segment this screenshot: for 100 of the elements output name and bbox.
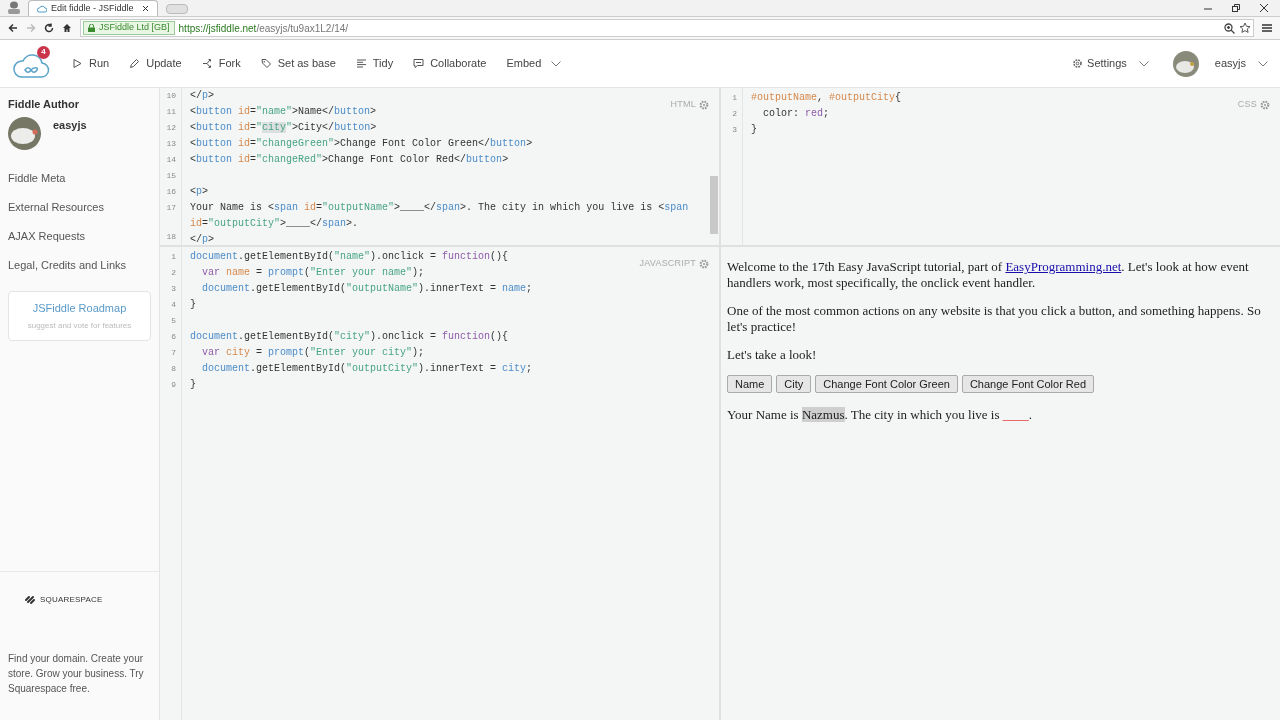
- line-number: 10: [166, 91, 176, 100]
- roadmap-title: JSFiddle Roadmap: [32, 300, 127, 316]
- collaborate-button[interactable]: Collaborate: [413, 55, 487, 72]
- tag-icon: [260, 58, 272, 69]
- output-button[interactable]: Change Font Color Green: [815, 375, 958, 393]
- line-number: 12: [166, 123, 176, 132]
- close-icon[interactable]: [1260, 3, 1268, 12]
- line-number: 1: [171, 252, 176, 261]
- reload-icon[interactable]: [44, 23, 54, 33]
- code-line: <button id="changeRed">Change Font Color Red</button>: [190, 154, 509, 165]
- chevron-down-icon: [551, 60, 562, 67]
- code-line: document.getElementById("city").onclick = function(){: [190, 331, 509, 342]
- line-number: 6: [171, 332, 176, 341]
- restore-icon[interactable]: [1232, 3, 1240, 12]
- url-text: https://jsfiddle.net/easyjs/tu9ax1L2/14/: [178, 21, 350, 36]
- code-line: var name = prompt("Enter your name");: [201, 267, 425, 278]
- security-badge[interactable]: JSFiddle Ltd [GB]: [83, 21, 175, 35]
- paragraph: Let's take a look!: [727, 347, 818, 363]
- menu-icon[interactable]: [1262, 23, 1272, 33]
- gear-icon[interactable]: [699, 258, 709, 269]
- tidy-button[interactable]: Tidy: [355, 55, 394, 72]
- notification-badge: 4: [37, 45, 50, 59]
- code-line: color: red;: [762, 108, 830, 119]
- tab-title: Edit fiddle - JSFiddle: [51, 1, 135, 15]
- code-line: <button id="city">City</button>: [190, 122, 377, 133]
- code-line: document.getElementById("outputName").innerText = name;: [201, 283, 533, 294]
- sidebar-link[interactable]: Legal, Credits and Links: [8, 256, 151, 271]
- avatar-icon: [8, 116, 41, 150]
- code-line: }: [190, 379, 196, 390]
- scrollbar-thumb[interactable]: [710, 176, 718, 234]
- sponsor-name: SQUARESPACE: [40, 594, 103, 606]
- fork-button[interactable]: Fork: [201, 55, 241, 72]
- back-icon[interactable]: [8, 23, 18, 33]
- line-number: 2: [732, 109, 737, 118]
- line-number: 4: [171, 300, 176, 309]
- gear-icon: [1072, 58, 1084, 69]
- run-button[interactable]: Run: [72, 55, 110, 72]
- code-line: document.getElementById("outputCity").innerText = city;: [201, 363, 533, 374]
- line-number: 14: [166, 155, 176, 164]
- css-editor[interactable]: 1 2 3 #outputName, #outputCity{ color: red; } CSS: [721, 88, 1280, 245]
- fork-icon: [201, 58, 213, 69]
- address-field[interactable]: JSFiddle Ltd [GB] https://jsfiddle.net/easyjs/tu9ax1L2/14/: [80, 19, 1254, 37]
- line-number: 8: [171, 364, 176, 373]
- output-button[interactable]: Change Font Color Red: [961, 375, 1095, 393]
- set-as-base-button[interactable]: Set as base: [260, 55, 336, 72]
- line-number: 13: [166, 139, 176, 148]
- cloud-icon: [37, 4, 47, 13]
- paragraph: One of the most common actions on any website is that you click a button, and something happens. So let's practice!: [727, 303, 1262, 335]
- avatar-icon: [1172, 50, 1199, 77]
- user-menu-button[interactable]: easyjs: [1172, 50, 1268, 77]
- home-icon[interactable]: [62, 23, 72, 33]
- code-line: var city = prompt("Enter your city");: [201, 347, 425, 358]
- code-line: <button id="changeGreen">Change Font Color Green</button>: [190, 138, 533, 149]
- browser-tab[interactable]: Edit fiddle - JSFiddle: [28, 0, 158, 16]
- line-number: 3: [732, 125, 737, 134]
- star-icon[interactable]: [1239, 22, 1251, 34]
- update-button[interactable]: Update: [129, 55, 182, 72]
- play-icon: [72, 58, 83, 69]
- author-name[interactable]: easyjs: [53, 116, 87, 131]
- output-button[interactable]: City: [776, 375, 812, 393]
- code-line: id="outputCity">____</span>.: [190, 218, 359, 229]
- line-number: 11: [166, 107, 176, 116]
- html-editor[interactable]: [160, 88, 719, 245]
- chevron-down-icon: [1258, 60, 1268, 67]
- code-line: }: [190, 299, 196, 310]
- browser-user-icon[interactable]: [6, 1, 22, 14]
- cloud-logo-icon[interactable]: [12, 52, 50, 79]
- intro-paragraph: Welcome to the 17th Easy JavaScript tutorial, part of EasyProgramming.net. Let's look at how event handlers work, most specifically, the onclick event handler.: [727, 259, 1250, 291]
- code-line: </p>: [190, 90, 215, 101]
- code-line: #outputName, #outputCity{: [751, 92, 902, 103]
- sidebar-link[interactable]: External Resources: [8, 198, 151, 213]
- code-line: document.getElementById("name").onclick = function(){: [190, 251, 509, 262]
- editor-label: CSS: [1237, 98, 1257, 111]
- sidebar-link[interactable]: AJAX Requests: [8, 227, 151, 242]
- code-line: }: [751, 124, 757, 135]
- line-number: 16: [166, 187, 176, 196]
- lock-icon: [88, 24, 95, 32]
- line-number: 15: [166, 171, 176, 180]
- line-number: 3: [171, 284, 176, 293]
- sidebar-heading: Fiddle Author: [8, 97, 81, 112]
- sidebar-link[interactable]: Fiddle Meta: [8, 169, 151, 184]
- zoom-icon[interactable]: [1224, 22, 1235, 34]
- squarespace-logo-icon: [24, 595, 36, 605]
- editor-label: HTML: [670, 98, 696, 111]
- output-button[interactable]: Name: [727, 375, 773, 393]
- code-line: </p>: [190, 234, 215, 245]
- gear-icon[interactable]: [1260, 99, 1270, 110]
- line-number: 18: [166, 232, 176, 241]
- ad-text[interactable]: Find your domain. Create your store. Grow your business. Try Squarespace free.: [8, 651, 151, 696]
- result-sentence: Your Name is Nazmus. The city in which you live is ____.: [727, 407, 1034, 423]
- line-number: 1: [732, 93, 737, 102]
- line-number: 2: [171, 268, 176, 277]
- chevron-down-icon: [1138, 60, 1149, 67]
- settings-button[interactable]: Settings: [1072, 55, 1149, 72]
- align-left-icon: [355, 58, 367, 69]
- embed-button[interactable]: Embed: [506, 55, 562, 72]
- line-number: 5: [171, 316, 176, 325]
- close-icon[interactable]: [142, 5, 149, 12]
- gear-icon[interactable]: [699, 99, 709, 110]
- code-line: Your Name is <span id="outputName">____</span>. The city in which you live is <span: [190, 202, 689, 213]
